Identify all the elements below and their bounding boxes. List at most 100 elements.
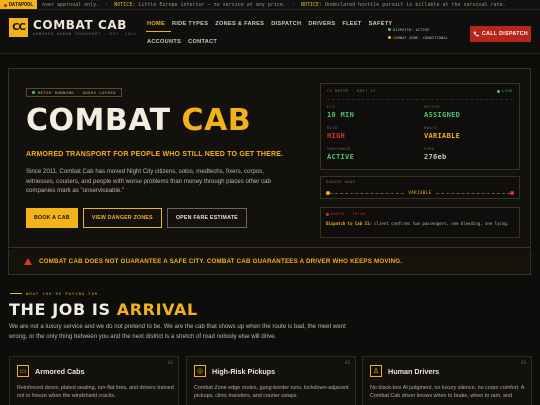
driver-icon: ♙	[370, 365, 382, 377]
nav-zones-fares[interactable]: ZONES & FARES	[214, 16, 270, 32]
brand-subtitle: ARMORED URBAN TRANSPORT · EST. 2011	[33, 32, 137, 36]
section-title-accent: ARRIVAL	[116, 300, 198, 319]
view-danger-zones-button[interactable]: VIEW DANGER ZONES	[82, 208, 162, 228]
site-header: CC COMBAT CAB ARMORED URBAN TRANSPORT · …	[0, 10, 540, 54]
card-number: 03	[521, 360, 526, 365]
combat-zone-text: COMBAT ZONE: CONDITIONAL	[393, 35, 448, 40]
status-dot-icon	[388, 36, 391, 39]
radio-time: RADIO · 19:40	[331, 212, 366, 216]
dispatch-active-text: DISPATCH: ACTIVE	[393, 27, 430, 32]
combat-zone-status: COMBAT ZONE: CONDITIONAL	[388, 34, 448, 42]
meter-header: CC METER · UNIT 27 LIVE	[327, 89, 513, 97]
eyebrow-bar	[10, 293, 22, 294]
meter-cell-value: 276eb	[424, 153, 447, 161]
meter-cell-label: ROUTE	[424, 126, 438, 130]
nav-dispatch[interactable]: DISPATCH	[270, 16, 307, 32]
radio-label: RADIO · 19:40	[326, 212, 366, 216]
call-dispatch-label: CALL DISPATCH	[481, 31, 529, 37]
meter-cell-label: DRIVER	[424, 105, 440, 109]
nav-row-secondary: ACCOUNTS CONTACT	[146, 34, 386, 50]
nav-drivers[interactable]: DRIVERS	[307, 16, 341, 32]
radio-sender: Dispatch to Cab 31:	[326, 221, 372, 226]
meter-cell-label: ETA	[327, 105, 335, 109]
ticker-item: Undeclared hostile pursuit is billable a…	[325, 2, 506, 8]
radio-message: Dispatch to Cab 31: client confirms two …	[326, 220, 516, 227]
danger-band: DANGER BAND VARIABLE	[320, 176, 520, 199]
meter-status-text: METER RUNNING · DOORS LOCKED	[38, 90, 117, 95]
danger-band-value: VARIABLE	[405, 190, 435, 195]
nav-ride-types[interactable]: RIDE TYPES	[171, 16, 214, 32]
card-body: Reinforced doors, plated seating, run-fl…	[17, 385, 174, 400]
book-cab-button[interactable]: BOOK A CAB	[26, 208, 78, 228]
dispatch-status: DISPATCH: ACTIVE COMBAT ZONE: CONDITIONA…	[388, 26, 448, 42]
datapool-badge: DATAPOOL	[0, 0, 38, 9]
feature-card-armored-cabs[interactable]: 01 ▭ Armored Cabs Reinforced doors, plat…	[9, 356, 179, 405]
meter-cell-value: HIGH	[327, 132, 346, 140]
hero-panel: METER RUNNING · DOORS LOCKED COMBAT CAB …	[8, 68, 531, 248]
section-eyebrow-text: WHAT YOU'RE PAYING FOR	[26, 291, 99, 296]
status-dot-icon	[32, 91, 35, 94]
feature-card-human-drivers[interactable]: 03 ♙ Human Drivers No black-box AI judgm…	[362, 356, 532, 405]
datapool-label: DATAPOOL	[9, 2, 34, 8]
card-title: Armored Cabs	[35, 367, 85, 376]
ticker-notice-key: NOTICE:	[114, 2, 136, 8]
warning-text: COMBAT CAB DOES NOT GUARANTEE A SAFE CIT…	[39, 258, 403, 265]
meter-readout: CC METER · UNIT 27 LIVE ETA 10 MIN DRIVE…	[320, 83, 520, 170]
live-dot-icon	[497, 89, 501, 93]
hero-title-accent: CAB	[181, 103, 252, 138]
live-indicator: LIVE	[497, 89, 513, 93]
hero-title: COMBAT CAB	[26, 103, 251, 138]
card-body: No black-box AI judgment, no luxury sile…	[370, 385, 525, 400]
nav-home[interactable]: HOME	[146, 16, 171, 32]
nav-contact[interactable]: CONTACT	[187, 34, 223, 50]
live-text: LIVE	[502, 89, 513, 93]
meter-cell-fare: FARE 276eb	[424, 147, 514, 161]
feature-card-high-risk-pickups[interactable]: 02 ◎ High-Risk Pickups Combat Zone edge …	[186, 356, 356, 405]
meter-status-pill: METER RUNNING · DOORS LOCKED	[26, 88, 123, 97]
call-dispatch-button[interactable]: CALL DISPATCH	[470, 26, 531, 42]
cab-meter: CC METER · UNIT 27 LIVE ETA 10 MIN DRIVE…	[320, 83, 520, 240]
nav-accounts[interactable]: ACCOUNTS	[146, 34, 187, 50]
meter-cell-label: RISK	[327, 126, 338, 130]
logo-mark[interactable]: CC	[9, 18, 28, 37]
main-nav: HOME RIDE TYPES ZONES & FARES DISPATCH D…	[146, 16, 392, 50]
radio-text: client confirms two passengers, one blee…	[374, 221, 510, 226]
section-title: THE JOB IS ARRIVAL	[9, 300, 198, 319]
meter-cell-value: ASSIGNED	[424, 111, 461, 119]
nav-fleet[interactable]: FLEET	[341, 16, 367, 32]
status-dot-icon	[388, 28, 391, 31]
hero-title-main: COMBAT	[26, 103, 171, 138]
target-icon: ◎	[194, 365, 206, 377]
meter-cell-risk: RISK HIGH	[327, 126, 417, 140]
meter-cell-eta: ETA 10 MIN	[327, 105, 417, 119]
meter-cell-surcharge: SURCHARGE ACTIVE	[327, 147, 417, 161]
danger-band-label: DANGER BAND	[326, 180, 356, 184]
meter-cell-value: 10 MIN	[327, 111, 355, 119]
warning-banner: COMBAT CAB DOES NOT GUARANTEE A SAFE CIT…	[8, 249, 531, 275]
news-ticker: DATAPOOL over approval only. · NOTICE: L…	[0, 0, 540, 10]
meter-cell-value: ACTIVE	[327, 153, 355, 161]
card-number: 01	[168, 360, 173, 365]
hero-actions: BOOK A CAB VIEW DANGER ZONES OPEN FARE E…	[26, 208, 247, 228]
meter-unit-label: CC METER · UNIT 27	[327, 89, 376, 93]
meter-cell-label: SURCHARGE	[327, 147, 351, 151]
danger-end-marker	[510, 191, 514, 195]
ticker-notice-key: NOTICE:	[300, 2, 323, 8]
dispatch-active-status: DISPATCH: ACTIVE	[388, 26, 448, 34]
ticker-item: over approval only.	[42, 2, 100, 8]
card-body: Combat Zone edge routes, gang-border run…	[194, 385, 349, 400]
phone-icon	[473, 31, 479, 37]
warning-triangle-icon	[24, 258, 32, 265]
meter-cell-label: FARE	[424, 147, 435, 151]
nav-row-primary: HOME RIDE TYPES ZONES & FARES DISPATCH D…	[146, 16, 392, 32]
radio-feed: RADIO · 19:40 Dispatch to Cab 31: client…	[320, 207, 520, 238]
card-title: Human Drivers	[388, 367, 440, 376]
meter-cell-driver: DRIVER ASSIGNED	[424, 105, 514, 119]
meter-cell-value: VARIABLE	[424, 132, 461, 140]
section-title-main: THE JOB IS	[9, 300, 111, 319]
card-title: High-Risk Pickups	[212, 367, 276, 376]
fare-estimate-button[interactable]: OPEN FARE ESTIMATE	[166, 208, 247, 228]
hero-tagline: ARMORED TRANSPORT FOR PEOPLE WHO STILL N…	[26, 151, 284, 158]
brand-name[interactable]: COMBAT CAB	[33, 18, 127, 32]
danger-band-track: VARIABLE	[326, 190, 514, 196]
